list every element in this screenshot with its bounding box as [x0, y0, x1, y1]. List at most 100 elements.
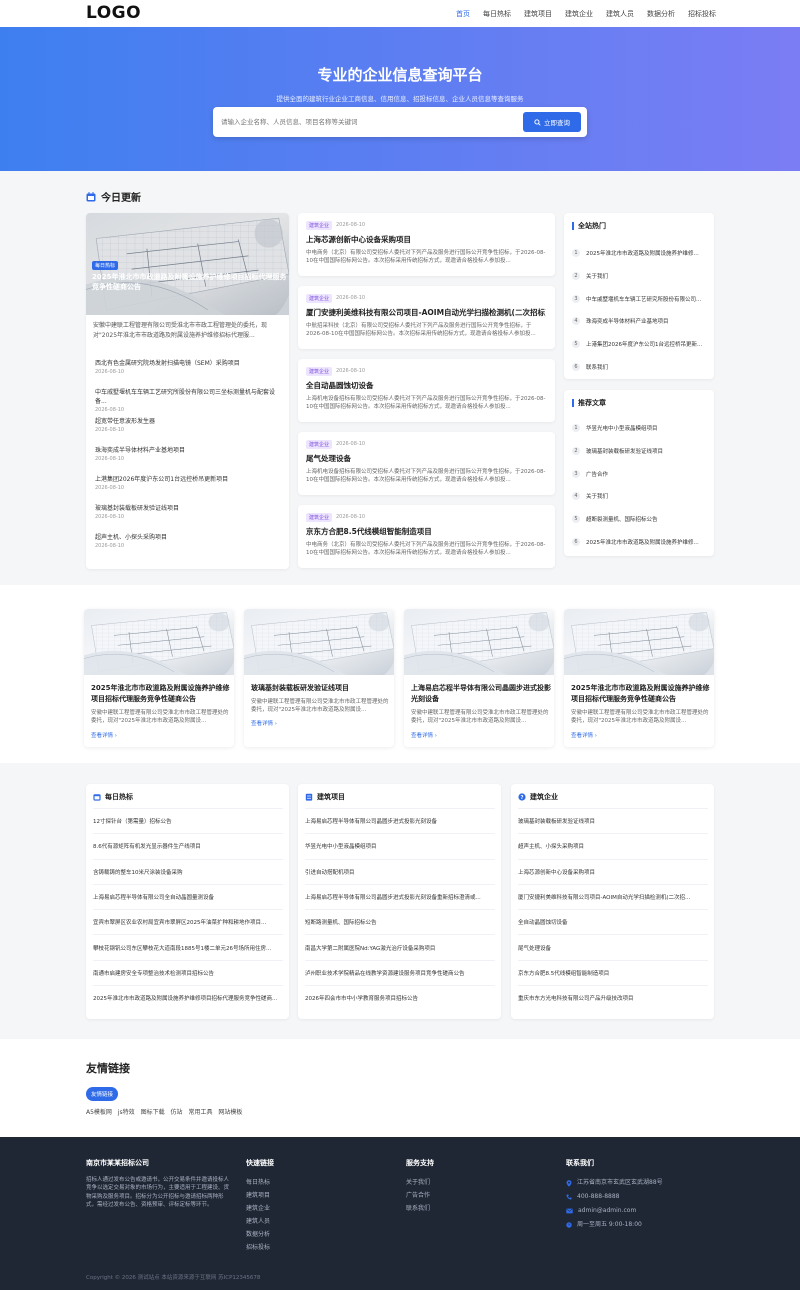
news-card[interactable]: 建筑企业 2026-08-10 厦门安捷利美维科技有限公司项目-AOIM自动光学…	[298, 286, 555, 349]
friend-link[interactable]: A5模板网	[86, 1109, 112, 1116]
project-image[interactable]	[244, 609, 394, 675]
project-card[interactable]: 2025年淮北市市政道路及附属设施养护维修项目招标代理服务竞争性磋商公告 安徽中…	[564, 609, 714, 747]
news-card[interactable]: 建筑企业 2026-08-10 上海芯源创新中心设备采购项目 中电商务（北京）有…	[298, 213, 555, 276]
news-title[interactable]: 全自动晶圆蚀切设备	[306, 380, 546, 391]
search-input[interactable]	[221, 114, 511, 130]
list-item[interactable]: 5 超断裂测量机、国际招标公告	[572, 508, 707, 531]
news-card[interactable]: 建筑企业 2026-08-10 京东方合肥8.5代线模组智能制造项目 中电商务（…	[298, 505, 555, 568]
list-item[interactable]: 4 关于我们	[572, 485, 707, 508]
list-item[interactable]: 4 珠海奕成半导体材料产业基地项目	[572, 310, 707, 333]
friend-link[interactable]: 图标下载	[141, 1109, 165, 1116]
footer-link[interactable]: 广告合作	[406, 1189, 434, 1202]
footer-link[interactable]: 关于我们	[406, 1176, 434, 1189]
category-tag[interactable]: 建筑企业	[306, 221, 333, 230]
project-card[interactable]: 玻璃基封装载板研发验证线项目 安徽中建联工程管理有限公司受淮北市市政工程管理处的…	[244, 609, 394, 747]
list-item[interactable]: 引进自动搭配机项目	[305, 858, 495, 884]
footer-link[interactable]: 联系我们	[406, 1202, 434, 1215]
footer-link[interactable]: 建筑企业	[246, 1202, 274, 1215]
project-title[interactable]: 2025年淮北市市政道路及附属设施养护维修项目招标代理服务竞争性磋商公告	[571, 683, 711, 705]
news-card[interactable]: 建筑企业 2026-08-10 尾气处理设备 上海机电设备招标有限公司受招标人委…	[298, 432, 555, 495]
list-item[interactable]: 6 联系我们	[572, 355, 707, 378]
project-title[interactable]: 玻璃基封装载板研发验证线项目	[251, 683, 391, 694]
contact-email[interactable]: admin@admin.com	[566, 1204, 663, 1218]
footer-link[interactable]: 每日热标	[246, 1176, 274, 1189]
list-item[interactable]: 3 广告合作	[572, 462, 707, 485]
nav-item-home[interactable]: 首页	[456, 9, 470, 19]
view-details-link[interactable]: 查看详情 ›	[411, 731, 437, 739]
news-card[interactable]: 建筑企业 2026-08-10 全自动晶圆蚀切设备 上海机电设备招标有限公司受招…	[298, 359, 555, 422]
list-item[interactable]: 1 2025年淮北市市政道路及附属设施养护维修...	[572, 242, 707, 265]
footer-link[interactable]: 建筑人员	[246, 1215, 274, 1228]
friend-link[interactable]: 仿站	[171, 1109, 183, 1116]
list-item[interactable]: 厦门安捷利美维科技有限公司项目-AOIM自动光学扫描检测机(二次招...	[518, 883, 708, 909]
friend-link[interactable]: 常用工具	[188, 1109, 212, 1116]
list-item[interactable]: 全自动晶圆蚀切设备	[518, 909, 708, 934]
project-image[interactable]	[84, 609, 234, 675]
list-item[interactable]: 超声主机、小探头采购项目	[518, 833, 708, 858]
list-item[interactable]: 攀枝花钢钒公司东区攀枝花大道南段1885号1楼二单元26号场所用住房...	[93, 934, 283, 959]
list-item[interactable]: 5 上港集团2026年度沪东公司1台远控桥吊更新...	[572, 333, 707, 356]
list-item[interactable]: 2026年四会市市中小学教育服务项目招标公告	[305, 985, 495, 1010]
project-card[interactable]: 2025年淮北市市政道路及附属设施养护维修项目招标代理服务竞争性磋商公告 安徽中…	[84, 609, 234, 747]
nav-item-bidding[interactable]: 招标投标	[688, 9, 716, 19]
list-item[interactable]: 3 中车戚墅堰机车车辆工艺研究所股份有限公司...	[572, 287, 707, 310]
footer-link[interactable]: 招标投标	[246, 1241, 274, 1254]
project-title[interactable]: 2025年淮北市市政道路及附属设施养护维修项目招标代理服务竞争性磋商公告	[91, 683, 231, 705]
list-item[interactable]: 含铸载铸的整车10米尺涂装设备采购	[93, 858, 283, 884]
category-tag[interactable]: 建筑企业	[306, 513, 333, 522]
list-item[interactable]: 上港集团2026年度沪东公司1台远控桥吊更新项目 2026-08-10	[95, 475, 285, 504]
list-item[interactable]: 重庆市东方光电科技有限公司产品升级技改项目	[518, 985, 708, 1010]
list-item[interactable]: 西北有色金属研究院场发射扫描电镜（SEM）采购项目 2026-08-10	[95, 359, 285, 388]
list-item[interactable]: 2025年淮北市市政道路及附属设施养护维修项目招标代理服务竞争性磋商...	[93, 985, 283, 1010]
list-item[interactable]: 南昌大学第二附属医院Nd:YAG激光治疗设备采购项目	[305, 934, 495, 959]
project-image[interactable]	[404, 609, 554, 675]
friend-link[interactable]: js特效	[118, 1109, 135, 1116]
list-item[interactable]: 上海芯源创新中心设备采购项目	[518, 858, 708, 884]
featured-image[interactable]: 每日热标 2025年淮北市市政道路及附属设施养护维修项目招标代理服务竞争性磋商公…	[86, 213, 289, 315]
list-item[interactable]: 泸州职业技术学院精品在线教学资源建设服务项目竞争性磋商公告	[305, 959, 495, 985]
friend-links-tab[interactable]: 友情链接	[86, 1087, 119, 1101]
list-item[interactable]: 华昱光电中小型液晶模组项目	[305, 833, 495, 858]
featured-card[interactable]: 每日热标 2025年淮北市市政道路及附属设施养护维修项目招标代理服务竞争性磋商公…	[86, 213, 289, 569]
footer-link[interactable]: 建筑项目	[246, 1189, 274, 1202]
category-tag[interactable]: 建筑企业	[306, 440, 333, 449]
project-image[interactable]	[564, 609, 714, 675]
list-item[interactable]: 上海易启芯程半导体有限公司晶圆步进式投影光刻设备重新招标澄清或...	[305, 883, 495, 909]
list-item[interactable]: 上海易启芯程半导体有限公司全自动晶圆量测设备	[93, 883, 283, 909]
category-tag[interactable]: 建筑企业	[306, 294, 333, 303]
list-item[interactable]: 超宽带任意波形发生器 2026-08-10	[95, 417, 285, 446]
friend-link[interactable]: 网站模板	[218, 1109, 242, 1116]
nav-item-personnel[interactable]: 建筑人员	[606, 9, 634, 19]
nav-item-daily-bids[interactable]: 每日热标	[483, 9, 511, 19]
list-item[interactable]: 南通市启建房安全专项整治技术检测项目招标公告	[93, 959, 283, 985]
nav-item-projects[interactable]: 建筑项目	[524, 9, 552, 19]
list-item[interactable]: 8.6代有源矩阵有机发光显示器件生产线项目	[93, 833, 283, 858]
list-item[interactable]: 中车戚墅堰机车车辆工艺研究所股份有限公司三坐标测量机与配套设备... 2026-0…	[95, 388, 285, 417]
news-title[interactable]: 上海芯源创新中心设备采购项目	[306, 234, 546, 245]
view-details-link[interactable]: 查看详情 ›	[91, 731, 117, 739]
news-title[interactable]: 厦门安捷利美维科技有限公司项目-AOIM自动光学扫描检测机(二次招标)	[306, 307, 546, 318]
list-item[interactable]: 珠海奕成半导体材料产业基地项目 2026-08-10	[95, 446, 285, 475]
list-item[interactable]: 短断路测量机、国际招标公告	[305, 909, 495, 934]
list-item[interactable]: 宜宾市翠屏区农业农村局宜宾市翠屏区2025年油菜扩种和耕地作项目...	[93, 909, 283, 934]
search-button[interactable]: 立即查询	[523, 112, 581, 132]
nav-item-analytics[interactable]: 数据分析	[647, 9, 675, 19]
list-item[interactable]: 2 关于我们	[572, 265, 707, 288]
site-logo[interactable]: LOGO	[86, 3, 141, 23]
footer-link[interactable]: 数据分析	[246, 1228, 274, 1241]
view-details-link[interactable]: 查看详情 ›	[251, 719, 277, 727]
list-item[interactable]: 京东方合肥8.5代线模组智能制造项目	[518, 959, 708, 985]
project-card[interactable]: 上海易启芯程半导体有限公司晶圆步进式投影光刻设备 安徽中建联工程管理有限公司受淮…	[404, 609, 554, 747]
list-item[interactable]: 上海易启芯程半导体有限公司晶圆步进式投影光刻设备	[305, 808, 495, 833]
list-item[interactable]: 尾气处理设备	[518, 934, 708, 959]
list-item[interactable]: 2 玻璃基封装载板研发验证线项目	[572, 440, 707, 463]
nav-item-companies[interactable]: 建筑企业	[565, 9, 593, 19]
list-item[interactable]: 超声主机、小探头采购项目 2026-08-10	[95, 533, 285, 562]
view-details-link[interactable]: 查看详情 ›	[571, 731, 597, 739]
list-item[interactable]: 12寸探针台（第需量）招标公告	[93, 808, 283, 833]
project-title[interactable]: 上海易启芯程半导体有限公司晶圆步进式投影光刻设备	[411, 683, 551, 705]
list-item[interactable]: 6 2025年淮北市市政道路及附属设施养护维修...	[572, 530, 707, 553]
list-item[interactable]: 玻璃基封装载板研发验证线项目 2026-08-10	[95, 504, 285, 533]
list-item[interactable]: 1 华昱光电中小型液晶模组项目	[572, 417, 707, 440]
list-item[interactable]: 玻璃基封装载板研发验证线项目	[518, 808, 708, 833]
